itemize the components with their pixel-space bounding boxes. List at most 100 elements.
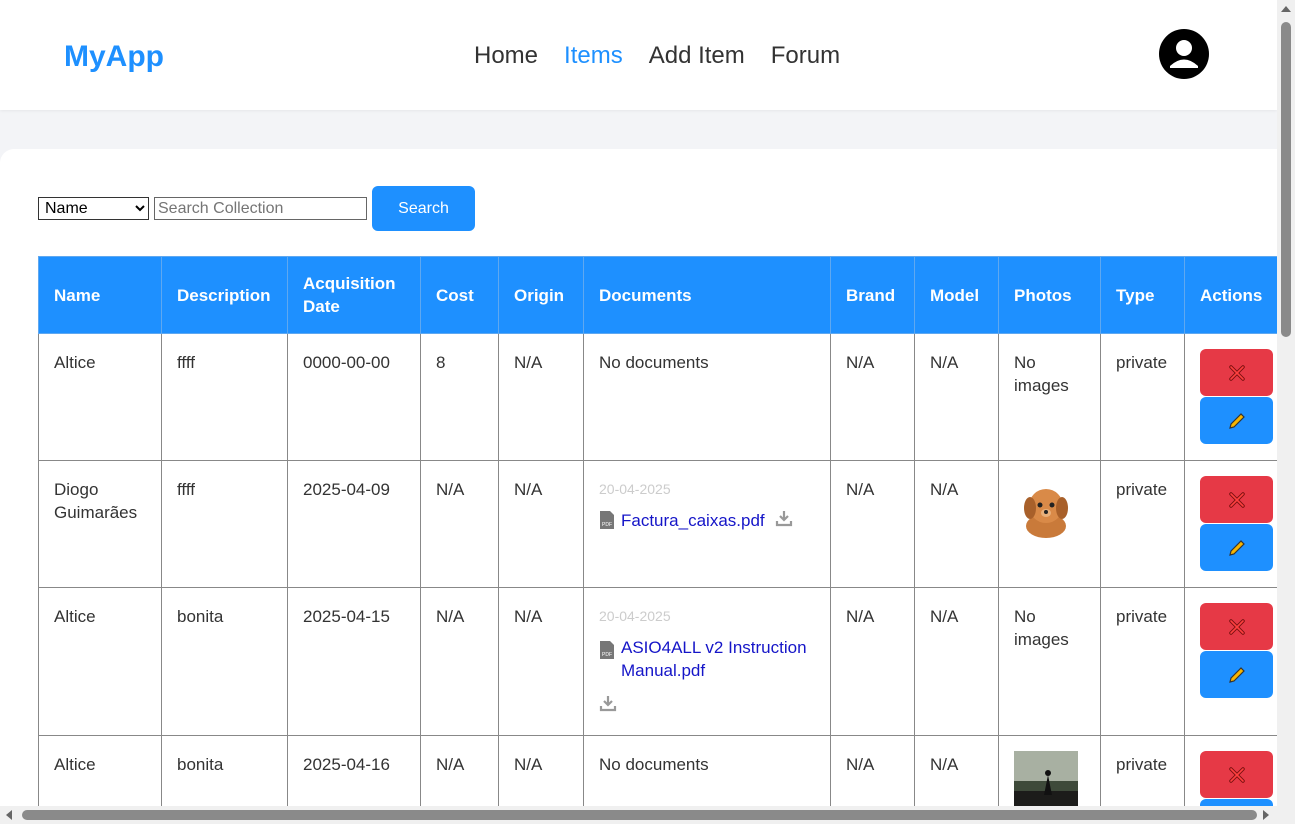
cell-actions bbox=[1184, 587, 1277, 736]
cell-type: private bbox=[1100, 587, 1185, 736]
cell-model: N/A bbox=[914, 735, 999, 809]
horizontal-scrollbar[interactable] bbox=[0, 806, 1295, 824]
cell-photos bbox=[998, 735, 1101, 809]
table-header-row: Name Description Acquisition Date Cost O… bbox=[38, 256, 1277, 334]
cell-type: private bbox=[1100, 460, 1185, 588]
column-header: Actions bbox=[1184, 256, 1277, 334]
column-header: Description bbox=[161, 256, 288, 334]
table-row: Altice bonita 2025-04-16 N/A N/A No docu… bbox=[38, 735, 1277, 809]
cell-photos: No images bbox=[998, 333, 1101, 461]
cell-documents: No documents bbox=[583, 735, 831, 809]
item-photo-puppy[interactable] bbox=[1014, 478, 1078, 542]
scroll-left-arrow-icon[interactable] bbox=[5, 810, 13, 820]
cell-photos bbox=[998, 460, 1101, 588]
navbar: MyApp Home Items Add Item Forum bbox=[0, 0, 1277, 110]
close-icon bbox=[1228, 766, 1245, 783]
cell-origin: N/A bbox=[498, 735, 584, 809]
cell-cost: N/A bbox=[420, 587, 499, 736]
close-icon bbox=[1228, 364, 1245, 381]
cell-model: N/A bbox=[914, 333, 999, 461]
cell-cost: N/A bbox=[420, 460, 499, 588]
user-avatar-icon[interactable] bbox=[1159, 29, 1209, 79]
vertical-scrollbar[interactable] bbox=[1277, 0, 1295, 806]
column-header: Origin bbox=[498, 256, 584, 334]
document-item: PDF ASIO4ALL v2 Instruction Manual.pdf bbox=[599, 636, 815, 682]
cell-origin: N/A bbox=[498, 587, 584, 736]
item-photo-artwork[interactable] bbox=[1014, 751, 1078, 809]
cell-model: N/A bbox=[914, 460, 999, 588]
search-field-select[interactable]: Name bbox=[38, 197, 149, 220]
pdf-file-icon: PDF bbox=[600, 641, 614, 659]
cell-description: bonita bbox=[161, 735, 288, 809]
delete-button[interactable] bbox=[1200, 349, 1273, 396]
nav-link-home[interactable]: Home bbox=[474, 42, 538, 70]
cell-type: private bbox=[1100, 333, 1185, 461]
document-link[interactable]: ASIO4ALL v2 Instruction Manual.pdf bbox=[621, 636, 815, 682]
items-table: Name Description Acquisition Date Cost O… bbox=[38, 256, 1277, 809]
cell-photos: No images bbox=[998, 587, 1101, 736]
edit-button[interactable] bbox=[1200, 651, 1273, 698]
cell-date: 2025-04-16 bbox=[287, 735, 421, 809]
cell-description: ffff bbox=[161, 333, 288, 461]
horizontal-scroll-thumb[interactable] bbox=[22, 810, 1257, 820]
delete-button[interactable] bbox=[1200, 603, 1273, 650]
scroll-up-arrow-icon[interactable] bbox=[1281, 5, 1291, 13]
vertical-scroll-thumb[interactable] bbox=[1281, 22, 1291, 337]
search-input[interactable] bbox=[154, 197, 367, 220]
table-row: Altice ffff 0000-00-00 8 N/A No document… bbox=[38, 333, 1277, 461]
column-header: Documents bbox=[583, 256, 831, 334]
cell-brand: N/A bbox=[830, 735, 915, 809]
nav-link-items[interactable]: Items bbox=[564, 42, 623, 70]
nav-link-add-item[interactable]: Add Item bbox=[649, 42, 745, 70]
cell-actions bbox=[1184, 735, 1277, 809]
document-date: 20-04-2025 bbox=[599, 481, 671, 497]
cell-cost: 8 bbox=[420, 333, 499, 461]
cell-date: 2025-04-09 bbox=[287, 460, 421, 588]
cell-description: bonita bbox=[161, 587, 288, 736]
edit-button[interactable] bbox=[1200, 397, 1273, 444]
pencil-icon bbox=[1228, 412, 1245, 429]
cell-brand: N/A bbox=[830, 333, 915, 461]
edit-button[interactable] bbox=[1200, 524, 1273, 571]
document-link[interactable]: Factura_caixas.pdf bbox=[621, 509, 765, 532]
pencil-icon bbox=[1228, 666, 1245, 683]
cell-description: ffff bbox=[161, 460, 288, 588]
cell-name: Altice bbox=[38, 333, 162, 461]
cell-brand: N/A bbox=[830, 460, 915, 588]
column-header: Name bbox=[38, 256, 162, 334]
column-header: Type bbox=[1100, 256, 1185, 334]
column-header: Photos bbox=[998, 256, 1101, 334]
close-icon bbox=[1228, 491, 1245, 508]
nav-links: Home Items Add Item Forum bbox=[474, 42, 866, 70]
download-icon[interactable] bbox=[599, 694, 617, 712]
brand-logo[interactable]: MyApp bbox=[64, 40, 164, 74]
cell-name: Altice bbox=[38, 587, 162, 736]
download-icon[interactable] bbox=[775, 509, 793, 527]
column-header: Model bbox=[914, 256, 999, 334]
cell-cost: N/A bbox=[420, 735, 499, 809]
column-header: Cost bbox=[420, 256, 499, 334]
scroll-right-arrow-icon[interactable] bbox=[1262, 810, 1270, 820]
cell-type: private bbox=[1100, 735, 1185, 809]
svg-text:PDF: PDF bbox=[602, 652, 612, 658]
document-date: 20-04-2025 bbox=[599, 608, 671, 624]
pdf-file-icon: PDF bbox=[600, 511, 614, 529]
pencil-icon bbox=[1228, 539, 1245, 556]
cell-origin: N/A bbox=[498, 333, 584, 461]
delete-button[interactable] bbox=[1200, 476, 1273, 523]
delete-button[interactable] bbox=[1200, 751, 1273, 798]
cell-actions bbox=[1184, 460, 1277, 588]
svg-text:PDF: PDF bbox=[602, 522, 612, 528]
items-panel: Name Search Name Description Acquisition… bbox=[0, 149, 1277, 809]
search-button[interactable]: Search bbox=[372, 186, 475, 231]
cell-name: Diogo Guimarães bbox=[38, 460, 162, 588]
table-row: Diogo Guimarães ffff 2025-04-09 N/A N/A … bbox=[38, 460, 1277, 588]
close-icon bbox=[1228, 618, 1245, 635]
cell-documents: No documents bbox=[583, 333, 831, 461]
cell-model: N/A bbox=[914, 587, 999, 736]
cell-documents: 20-04-2025 PDF Factura_caixas.pdf bbox=[583, 460, 831, 588]
nav-link-forum[interactable]: Forum bbox=[771, 42, 840, 70]
document-item: PDF Factura_caixas.pdf bbox=[599, 509, 815, 532]
cell-brand: N/A bbox=[830, 587, 915, 736]
cell-actions bbox=[1184, 333, 1277, 461]
